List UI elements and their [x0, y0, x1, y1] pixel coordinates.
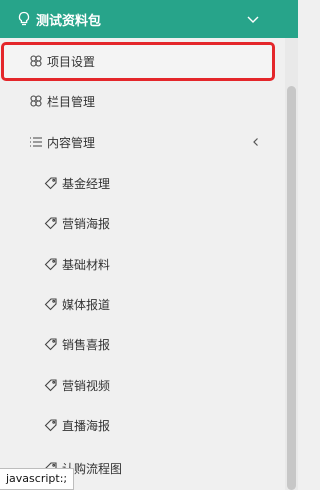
submenu-item-label: 基金经理 [62, 176, 111, 191]
menu-item-column-management[interactable]: 栏目管理 [0, 86, 276, 116]
submenu-item-label: 营销视频 [62, 378, 111, 393]
submenu-item-marketing-poster[interactable]: 营销海报 [0, 208, 276, 238]
tag-icon [44, 297, 58, 311]
scrollbar-thumb[interactable] [287, 86, 296, 490]
submenu-item-fund-manager[interactable]: 基金经理 [0, 168, 276, 198]
submenu-item-marketing-video[interactable]: 营销视频 [0, 370, 276, 400]
tag-icon [44, 216, 58, 230]
submenu-item-basic-materials[interactable]: 基础材料 [0, 249, 276, 279]
submenu-item-label: 直播海报 [62, 418, 111, 433]
header-title: 测试资料包 [36, 13, 102, 29]
tag-icon [44, 378, 58, 392]
menu-item-label: 栏目管理 [47, 94, 96, 109]
menu-item-label: 内容管理 [47, 135, 96, 150]
menu-item-project-settings[interactable]: 项目设置 [0, 46, 276, 76]
sidebar-header[interactable]: 测试资料包 [0, 0, 298, 38]
tag-icon [44, 418, 58, 432]
submenu-item-label: 基础材料 [62, 257, 111, 272]
chevron-left-icon[interactable] [251, 137, 261, 147]
chevron-down-icon[interactable] [246, 12, 260, 26]
lightbulb-icon [16, 11, 32, 27]
submenu-item-label: 销售喜报 [62, 337, 111, 352]
menu-item-content-management[interactable]: 内容管理 [0, 127, 276, 157]
clover-icon [29, 94, 43, 108]
submenu-item-sales-news[interactable]: 销售喜报 [0, 329, 276, 359]
status-bar-link-preview: javascript:; [0, 468, 75, 490]
submenu-item-label: 营销海报 [62, 216, 111, 231]
tag-icon [44, 176, 58, 190]
list-icon [29, 135, 43, 149]
tag-icon [44, 337, 58, 351]
submenu-item-label: 媒体报道 [62, 297, 111, 312]
submenu-item-live-poster[interactable]: 直播海报 [0, 410, 276, 440]
menu-item-label: 项目设置 [47, 54, 96, 69]
clover-icon [29, 54, 43, 68]
tag-icon [44, 257, 58, 271]
submenu-item-media-coverage[interactable]: 媒体报道 [0, 289, 276, 319]
